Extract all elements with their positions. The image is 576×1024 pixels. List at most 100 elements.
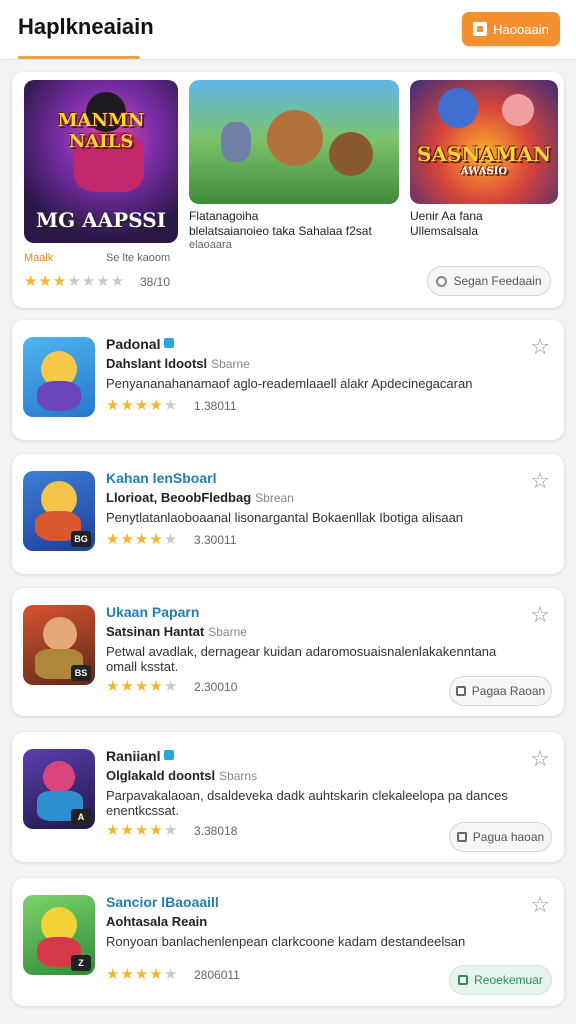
featured-thumb-1[interactable]: MANMN NAILS MG AAPSSI — [24, 80, 178, 243]
header-action-label: Haooaain — [493, 21, 549, 37]
star-icon: ★ — [163, 678, 178, 695]
item-description: Petwal avadlak, dernagear kuidan adaromo… — [106, 644, 497, 674]
item-description: Ronyoan banlachenlenpean clarkcoone kada… — [106, 934, 466, 949]
item-action-label: Reoekemuar — [474, 973, 543, 987]
featured-caption-2b: blelatsaianoieo taka Sahalaa f2sat — [189, 224, 372, 238]
featured-action-button[interactable]: Segan Feedaain — [427, 266, 551, 296]
featured-rating: 38/10 — [140, 275, 171, 289]
item-subtitle: Olglakald doontsl Sbarns — [106, 768, 258, 783]
header-action-button[interactable]: Haooaain — [462, 12, 560, 46]
featured-thumb-3[interactable]: SASNAMAN AWASIO — [410, 80, 558, 204]
item-description: Penyananahanamaof aglo-reademlaaell alak… — [106, 376, 473, 391]
item-action-button[interactable]: Pagaa Raoan — [449, 676, 552, 706]
star-icon: ★ — [149, 678, 163, 695]
character-head — [43, 617, 77, 651]
verified-icon — [164, 338, 175, 348]
item-rating-stars: ★ ★ ★ ★ ★ — [106, 679, 177, 694]
list-item[interactable]: BS Ukaan Paparn Satsinan Hantat Sbarne Pe… — [12, 588, 564, 716]
store-icon — [473, 22, 488, 36]
item-rating-stars: ★ ★ ★ ★ ★ — [106, 823, 177, 838]
item-tag: Sbarne — [211, 357, 250, 371]
star-icon: ★ — [134, 822, 149, 839]
favorite-star-icon[interactable]: ☆ — [530, 604, 550, 626]
star-icon: ★ — [38, 273, 52, 290]
item-title: Padonal — [106, 336, 175, 352]
item-subtitle: Aohtasala Reain — [106, 914, 208, 929]
item-subtitle: Llorioat, BeoobFledbag Sbrean — [106, 490, 294, 505]
verified-icon — [164, 750, 175, 760]
star-icon: ★ — [106, 397, 120, 414]
star-icon: ★ — [120, 678, 134, 695]
featured-art-3-title: SASNAMAN — [416, 142, 552, 166]
list-item[interactable]: Padonal Dahslant ldootsl Sbarne Penyanana… — [12, 320, 564, 440]
item-subtitle: Satsinan Hantat Sbarne — [106, 624, 247, 639]
age-badge: BS — [71, 665, 91, 681]
star-icon: ★ — [106, 822, 120, 839]
featured-rating-stars: ★ ★ ★ ★ ★ ★ ★ — [24, 274, 124, 289]
featured-art-3-subtitle: AWASIO — [460, 166, 508, 177]
star-icon: ★ — [163, 397, 178, 414]
doc-icon — [456, 832, 467, 842]
item-rating-stars: ★ ★ ★ ★ ★ — [106, 532, 177, 547]
item-title: Ukaan Paparn — [106, 604, 200, 620]
item-action-button[interactable]: Reoekemuar — [449, 965, 552, 995]
featured-caption-2: Flatanagoiha — [189, 209, 259, 223]
star-icon: ★ — [163, 822, 178, 839]
featured-meta: Se lte kaoom — [106, 252, 171, 264]
star-icon: ★ — [134, 397, 149, 414]
doc-icon — [458, 975, 469, 985]
star-icon: ★ — [120, 822, 134, 839]
item-rating: 1.38011 — [194, 399, 237, 413]
featured-action-label: Segan Feedaain — [453, 274, 542, 288]
featured-caption-3: Uenir Aa fana — [410, 209, 483, 223]
star-icon: ★ — [120, 531, 134, 548]
featured-thumb-2[interactable] — [189, 80, 399, 204]
favorite-star-icon[interactable]: ☆ — [530, 336, 550, 358]
item-rating: 3.38018 — [194, 824, 238, 838]
item-action-label: Pagua haoan — [472, 830, 545, 844]
item-rating: 2806011 — [194, 968, 240, 982]
hero-helmet — [438, 88, 478, 128]
item-action-label: Pagaa Raoan — [471, 684, 546, 698]
title-underline — [18, 56, 140, 59]
featured-caption-3b: Ullemsalsala — [410, 224, 479, 238]
doc-icon — [455, 686, 466, 696]
star-icon: ★ — [120, 397, 134, 414]
globe-icon — [436, 275, 448, 287]
age-badge: Z — [71, 955, 91, 971]
character-body — [37, 381, 81, 411]
favorite-star-icon[interactable]: ☆ — [530, 894, 550, 916]
list-item[interactable]: BG Kahan lenSboarl Llorioat, BeoobFledba… — [12, 454, 564, 574]
item-title: Raniianl — [106, 748, 175, 764]
featured-subcaption: elaoaara — [189, 239, 232, 251]
app-title: Haplkneaiain — [18, 14, 154, 39]
star-icon: ★ — [96, 273, 110, 290]
star-icon: ★ — [149, 397, 163, 414]
app-icon: BS — [23, 605, 95, 685]
item-description: Penytlatanlaoboaanal lisonargantal Bokae… — [106, 510, 464, 525]
favorite-star-icon[interactable]: ☆ — [530, 470, 550, 492]
star-icon: ★ — [106, 678, 120, 695]
hero-face — [502, 94, 534, 126]
item-tag: Sbrean — [255, 491, 294, 505]
star-icon: ★ — [81, 273, 96, 290]
item-tag: Sbarns — [219, 769, 258, 783]
item-subtitle: Dahslant ldootsl Sbarne — [106, 356, 250, 371]
star-icon: ★ — [67, 273, 81, 290]
favorite-star-icon[interactable]: ☆ — [530, 748, 550, 770]
item-action-button[interactable]: Pagua haoan — [449, 822, 552, 852]
character-head — [43, 761, 75, 793]
item-title: Sancior lBaoaaill — [106, 894, 219, 910]
app-icon: BG — [23, 471, 95, 551]
creature-companion — [329, 132, 373, 176]
list-item[interactable]: A Raniianl Olglakald doontsl Sbarns Parpa… — [12, 732, 564, 862]
item-description: Parpavakalaoan, dsaldeveka dadk auhtskar… — [106, 788, 508, 818]
featured-art-1-title: MANMN NAILS — [57, 110, 145, 152]
star-icon: ★ — [110, 273, 125, 290]
star-icon: ★ — [106, 531, 120, 548]
age-badge: BG — [71, 531, 91, 547]
app-icon: Z — [23, 895, 95, 975]
item-rating: 3.30011 — [194, 533, 237, 547]
list-item[interactable]: Z Sancior lBaoaaill Aohtasala Reain Rony… — [12, 878, 564, 1006]
item-rating: 2.30010 — [194, 680, 238, 694]
